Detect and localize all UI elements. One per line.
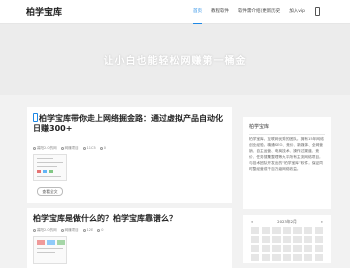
calendar-day[interactable] [314, 245, 323, 252]
post-meta: 暮阳2.0的网 网赚项目 11C5 0 [33, 146, 110, 151]
calendar-day[interactable] [272, 254, 281, 261]
calendar-day[interactable] [304, 245, 313, 252]
post-card: 柏学宝库是做什么的？柏学宝库靠谱么？ 暮阳2.0的网 网赚项目 12E 0 [27, 208, 232, 268]
calendar-day[interactable] [251, 245, 260, 252]
calendar-header: « 2023年2月 » [243, 219, 331, 225]
user-icon [33, 146, 36, 150]
about-title: 柏学宝库 [249, 124, 270, 130]
about-description: 柏学宝库，互联网优秀的团队。拥有15年网络创业经验，精通SEO、竞价、新媒体、全… [249, 137, 324, 171]
nav-item-home[interactable]: 首页 [193, 0, 202, 24]
nav-item-join-vip[interactable]: 加入vip [289, 0, 305, 24]
calendar-day[interactable] [282, 227, 292, 234]
calendar-day[interactable] [314, 227, 323, 234]
eye-icon [82, 228, 86, 232]
folder-icon [60, 146, 64, 150]
calendar-day[interactable] [304, 254, 313, 261]
bookmark-icon [33, 113, 38, 122]
calendar-day[interactable] [282, 254, 292, 261]
calendar-prev-button[interactable]: « [251, 219, 253, 225]
calendar-day[interactable] [261, 254, 270, 261]
calendar-day[interactable] [261, 245, 270, 252]
post-title[interactable]: 柏学宝库带你走上网络掘金路：通过虚拟产品自动化日赚300+ [33, 113, 228, 134]
site-logo[interactable]: 柏学宝库 [26, 5, 62, 18]
calendar-widget: « 2023年2月 » [243, 215, 331, 263]
category-meta[interactable]: 网赚项目 [60, 146, 79, 151]
author-meta: 暮阳2.0的网 [33, 146, 57, 151]
calendar-day[interactable] [261, 227, 270, 234]
calendar-day[interactable] [251, 254, 260, 261]
views-meta: 12E [82, 228, 93, 233]
calendar-day[interactable] [272, 236, 281, 243]
post-title-text[interactable]: 柏学宝库带你走上网络掘金路：通过虚拟产品自动化日赚300+ [33, 114, 223, 133]
comment-icon [99, 146, 103, 150]
calendar-day[interactable] [293, 227, 302, 234]
calendar-day[interactable] [304, 227, 313, 234]
mobile-icon[interactable] [315, 7, 320, 16]
calendar-day[interactable] [314, 254, 323, 261]
calendar-grid [250, 227, 324, 261]
user-icon [33, 228, 36, 232]
calendar-day[interactable] [251, 236, 260, 243]
comments-meta: 0 [99, 146, 106, 151]
calendar-day[interactable] [272, 227, 281, 234]
folder-icon [60, 228, 64, 232]
calendar-day[interactable] [293, 236, 302, 243]
calendar-day[interactable] [272, 245, 281, 252]
calendar-day[interactable] [293, 245, 302, 252]
post-meta: 暮阳2.0的网 网赚项目 12E 0 [33, 228, 107, 233]
calendar-day[interactable] [314, 236, 323, 243]
calendar-next-button[interactable]: » [321, 219, 323, 225]
nav-item-software-intro[interactable]: 软件需介绍(更新历史 [238, 0, 280, 24]
calendar-day[interactable] [251, 227, 260, 234]
nav-item-software[interactable]: 教程软件 [211, 0, 229, 24]
calendar-day[interactable] [293, 254, 302, 261]
read-more-button[interactable]: 查看全文 [37, 187, 63, 196]
calendar-day[interactable] [282, 236, 292, 243]
post-thumbnail[interactable] [33, 154, 67, 181]
views-meta: 11C5 [82, 146, 96, 151]
calendar-day[interactable] [304, 236, 313, 243]
hero-banner: 让小白也能轻松网赚第一桶金 [0, 24, 350, 95]
comments-meta: 0 [97, 228, 103, 233]
calendar-day[interactable] [282, 245, 292, 252]
category-meta[interactable]: 网赚项目 [60, 228, 79, 233]
banner-slogan: 让小白也能轻松网赚第一桶金 [103, 56, 247, 67]
comment-icon [97, 228, 101, 232]
top-navbar: 柏学宝库 首页 教程软件 软件需介绍(更新历史 加入vip [0, 0, 350, 24]
main-nav: 首页 教程软件 软件需介绍(更新历史 加入vip [193, 0, 314, 24]
divider [249, 134, 325, 135]
author-meta: 暮阳2.0的网 [33, 228, 57, 233]
eye-icon [82, 146, 86, 150]
post-thumbnail[interactable] [33, 236, 67, 264]
about-widget: 柏学宝库 柏学宝库，互联网优秀的团队。拥有15年网络创业经验，精通SEO、竞价、… [243, 117, 331, 209]
post-list: 柏学宝库带你走上网络掘金路：通过虚拟产品自动化日赚300+ 暮阳2.0的网 网赚… [27, 107, 232, 268]
post-card: 柏学宝库带你走上网络掘金路：通过虚拟产品自动化日赚300+ 暮阳2.0的网 网赚… [27, 107, 232, 203]
post-title[interactable]: 柏学宝库是做什么的？柏学宝库靠谱么？ [33, 214, 228, 224]
calendar-month: 2023年2月 [277, 219, 297, 224]
calendar-day[interactable] [261, 236, 270, 243]
